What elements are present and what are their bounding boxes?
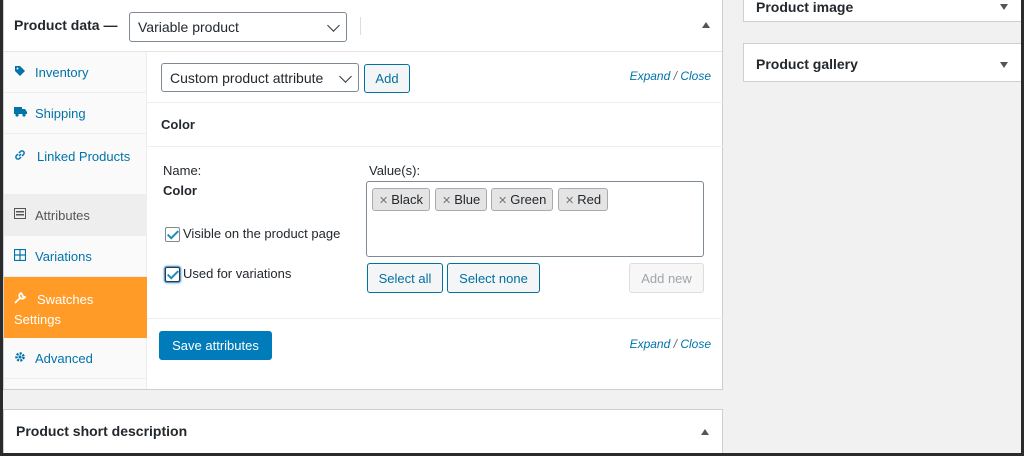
save-row: Save attributes Expand / Close (147, 318, 723, 389)
product-gallery-box: Product gallery (743, 43, 1021, 82)
used-for-variations-label[interactable]: Used for variations (183, 266, 291, 281)
wrench-icon (14, 290, 29, 310)
chevron-down-icon (327, 19, 340, 32)
attribute-name-value: Color (163, 183, 197, 198)
visible-on-product-page-label[interactable]: Visible on the product page (183, 226, 340, 241)
value-chip-black[interactable]: ✕ Black (372, 188, 431, 211)
tab-variations[interactable]: Variations (4, 236, 147, 277)
product-type-value: Variable product (138, 19, 239, 35)
add-attribute-button[interactable]: Add (364, 64, 410, 93)
expand-link[interactable]: Expand (630, 69, 671, 83)
product-image-box: Product image (743, 0, 1021, 22)
select-none-button[interactable]: Select none (447, 263, 540, 293)
product-data-box: Product data — Variable product Inventor… (3, 0, 723, 390)
remove-icon[interactable]: ✕ (498, 195, 507, 207)
name-label: Name: (163, 163, 202, 178)
expand-link[interactable]: Expand (630, 337, 671, 351)
tab-label: Linked Products (14, 147, 130, 167)
product-data-title: Product data — (14, 17, 118, 33)
attributes-panel: Custom product attribute Add Expand / Cl… (147, 52, 723, 389)
select-all-button[interactable]: Select all (367, 263, 443, 293)
grid-icon (13, 248, 29, 264)
close-link[interactable]: Close (680, 69, 711, 83)
product-image-title: Product image (756, 0, 854, 15)
visible-on-product-page-checkbox[interactable] (165, 227, 180, 242)
link-separator: / (673, 69, 677, 83)
header-divider (360, 17, 361, 35)
gear-icon (14, 351, 29, 366)
tab-label: Variations (35, 249, 92, 264)
tab-label: Attributes (35, 208, 90, 223)
tab-swatches-settings[interactable]: Swatches Settings (4, 277, 147, 338)
add-new-button[interactable]: Add new (629, 263, 704, 293)
product-data-header: Product data — Variable product (4, 0, 722, 52)
tab-inventory[interactable]: Inventory (4, 52, 147, 93)
tab-label: Advanced (35, 351, 93, 366)
tab-linked-products[interactable]: Linked Products (4, 134, 147, 195)
product-type-select[interactable]: Variable product (129, 12, 347, 42)
remove-icon[interactable]: ✕ (565, 195, 574, 207)
expand-close-links: Expand / Close (630, 69, 711, 83)
collapse-toggle-icon[interactable] (702, 22, 710, 28)
link-icon (14, 147, 29, 167)
attribute-heading: Color (161, 117, 195, 132)
tab-advanced[interactable]: Advanced (4, 338, 147, 379)
link-separator: / (673, 337, 677, 351)
tab-label: Swatches Settings (14, 290, 94, 327)
collapse-toggle-icon[interactable] (1000, 4, 1008, 10)
edit-product-screen: Product data — Variable product Inventor… (3, 0, 1021, 453)
values-label: Value(s): (369, 163, 421, 178)
tab-attributes[interactable]: Attributes (4, 195, 147, 236)
remove-icon[interactable]: ✕ (379, 195, 388, 207)
attribute-select-value: Custom product attribute (170, 70, 324, 86)
value-chip-blue[interactable]: ✕ Blue (435, 188, 488, 211)
tag-icon (14, 65, 29, 80)
value-chip-green[interactable]: ✕ Green (491, 188, 554, 211)
collapse-toggle-icon[interactable] (701, 429, 709, 435)
close-link[interactable]: Close (680, 337, 711, 351)
short-description-title: Product short description (16, 423, 188, 439)
tab-shipping[interactable]: Shipping (4, 93, 147, 134)
remove-icon[interactable]: ✕ (442, 195, 451, 207)
tab-label: Inventory (35, 65, 89, 80)
save-attributes-button[interactable]: Save attributes (159, 331, 272, 360)
product-data-tabs: Inventory Shipping Linked Products Attri… (4, 52, 147, 389)
product-short-description-box: Product short description (3, 409, 723, 453)
used-for-variations-checkbox[interactable] (165, 267, 180, 282)
attribute-taxonomy-select[interactable]: Custom product attribute (161, 63, 359, 92)
attribute-values-field[interactable]: ✕ Black ✕ Blue ✕ Green ✕ Red (366, 181, 704, 257)
list-icon (14, 208, 29, 222)
product-gallery-title: Product gallery (756, 56, 858, 72)
expand-close-links-bottom: Expand / Close (630, 337, 711, 351)
attribute-header-row[interactable]: Color (147, 103, 723, 147)
collapse-toggle-icon[interactable] (1000, 62, 1008, 68)
attribute-toolbar: Custom product attribute Add Expand / Cl… (147, 52, 723, 103)
truck-icon (14, 106, 29, 120)
value-chip-red[interactable]: ✕ Red (558, 188, 609, 211)
tab-label: Shipping (35, 106, 86, 121)
chevron-down-icon (339, 70, 352, 83)
